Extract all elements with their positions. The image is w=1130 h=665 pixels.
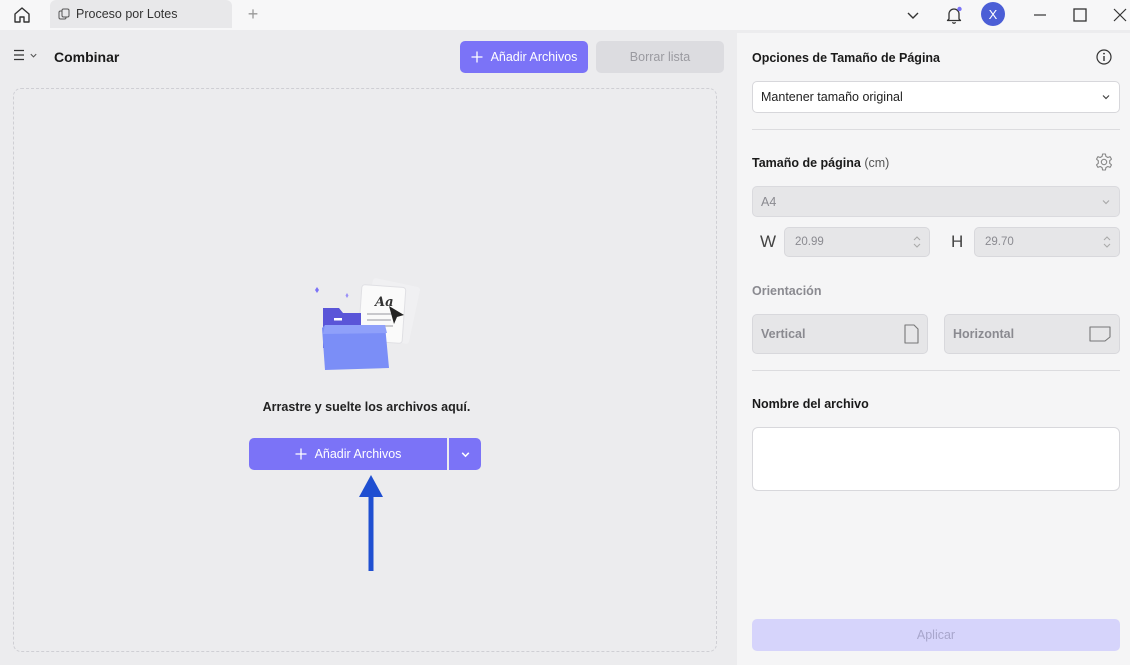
plus-icon xyxy=(295,448,307,460)
tab-batch-process[interactable]: Proceso por Lotes xyxy=(50,0,232,28)
paper-size-value: A4 xyxy=(761,194,777,209)
width-value: 20.99 xyxy=(795,236,824,248)
notifications-button[interactable] xyxy=(941,3,967,27)
hamburger-icon xyxy=(14,49,24,61)
minimize-icon xyxy=(1034,14,1046,16)
page-size-title: Tamaño de página (cm) xyxy=(752,156,889,170)
home-icon xyxy=(14,7,30,23)
height-input[interactable]: 29.70 xyxy=(974,227,1120,257)
clear-list-button[interactable]: Borrar lista xyxy=(596,41,724,73)
chevron-down-icon xyxy=(1102,95,1110,100)
stepper-icon[interactable] xyxy=(1103,234,1111,250)
page-size-option-select[interactable]: Mantener tamaño original xyxy=(752,81,1120,113)
page-size-option-value: Mantener tamaño original xyxy=(761,90,903,104)
new-tab-button[interactable]: + xyxy=(243,4,263,24)
vertical-label: Vertical xyxy=(761,327,806,341)
page-size-options-title: Opciones de Tamaño de Página xyxy=(752,51,941,65)
menu-button[interactable] xyxy=(12,48,38,62)
page-size-title-text: Tamaño de página xyxy=(752,156,861,170)
maximize-button[interactable] xyxy=(1067,3,1093,27)
horizontal-label: Horizontal xyxy=(953,327,1015,341)
width-label: W xyxy=(760,232,777,251)
divider xyxy=(752,370,1120,371)
apply-button[interactable]: Aplicar xyxy=(752,619,1120,651)
gear-icon[interactable] xyxy=(1094,152,1114,172)
info-icon[interactable] xyxy=(1096,49,1112,65)
close-button[interactable] xyxy=(1107,3,1130,27)
chevron-down-icon xyxy=(907,12,919,19)
vertical-orientation-button[interactable]: Vertical xyxy=(752,314,928,354)
add-files-dropdown-button[interactable] xyxy=(449,438,481,470)
home-button[interactable] xyxy=(10,4,34,26)
add-files-main-label: Añadir Archivos xyxy=(314,447,402,461)
maximize-icon xyxy=(1073,8,1087,22)
add-files-split-button: Añadir Archivos xyxy=(249,438,481,470)
dropdown-button[interactable] xyxy=(900,3,926,27)
chevron-down-icon xyxy=(1102,199,1110,204)
settings-panel: Opciones de Tamaño de Página Mantener ta… xyxy=(737,33,1130,665)
page-title: Combinar xyxy=(54,49,120,65)
add-files-label: Añadir Archivos xyxy=(490,50,578,64)
landscape-icon xyxy=(1089,326,1111,342)
orientation-title: Orientación xyxy=(752,284,822,298)
title-bar: Proceso por Lotes + X xyxy=(0,0,1130,30)
close-icon xyxy=(1113,8,1127,22)
add-files-main-button[interactable]: Añadir Archivos xyxy=(249,438,447,470)
avatar[interactable]: X xyxy=(981,2,1005,26)
tab-label: Proceso por Lotes xyxy=(76,7,178,21)
annotation-arrow xyxy=(359,475,383,571)
chevron-down-icon xyxy=(461,451,469,457)
plus-icon xyxy=(471,51,483,63)
stepper-icon[interactable] xyxy=(913,234,921,250)
minimize-button[interactable] xyxy=(1027,3,1053,27)
filename-title: Nombre del archivo xyxy=(752,397,869,411)
paper-size-select[interactable]: A4 xyxy=(752,186,1120,217)
portrait-icon xyxy=(904,324,919,344)
folder-illustration: Aa xyxy=(315,278,420,370)
width-input[interactable]: 20.99 xyxy=(784,227,930,257)
chevron-down-icon xyxy=(30,53,37,58)
filename-field[interactable] xyxy=(752,427,1120,491)
add-files-button[interactable]: Añadir Archivos xyxy=(460,41,588,73)
height-value: 29.70 xyxy=(985,236,1014,248)
tab-icon xyxy=(58,8,70,20)
height-label: H xyxy=(951,232,964,251)
page-size-unit: (cm) xyxy=(864,156,890,170)
divider xyxy=(752,129,1120,130)
bell-icon xyxy=(946,6,962,24)
plus-icon: + xyxy=(247,3,259,24)
drop-instructions: Arrastre y suelte los archivos aquí. xyxy=(262,400,471,414)
horizontal-orientation-button[interactable]: Horizontal xyxy=(944,314,1120,354)
file-list-panel: Combinar Añadir Archivos Borrar lista Aa… xyxy=(0,33,733,665)
